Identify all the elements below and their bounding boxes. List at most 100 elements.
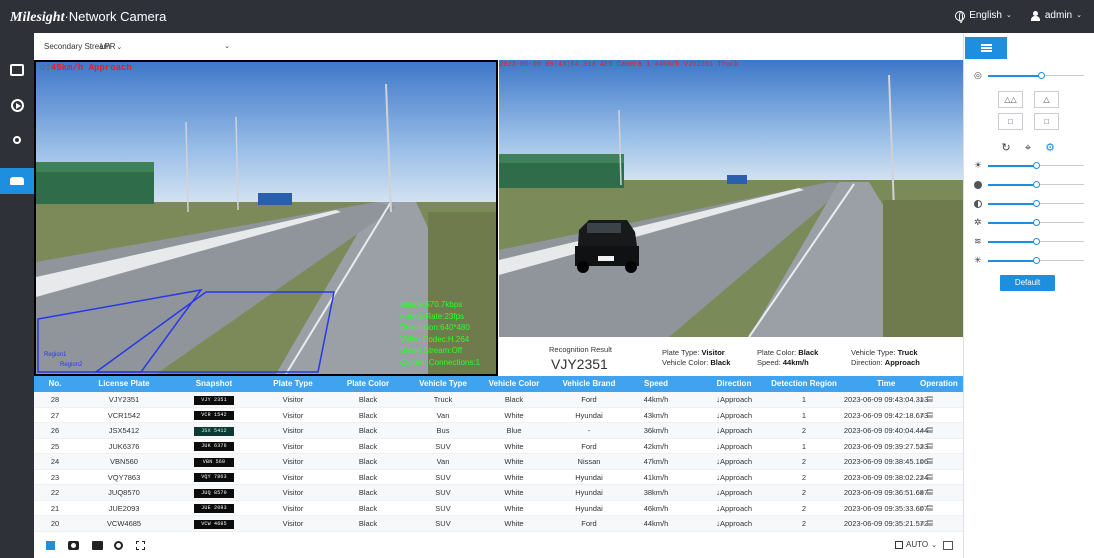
slider-knob[interactable] xyxy=(1033,200,1040,207)
slider-knob[interactable] xyxy=(1033,181,1040,188)
sharpness-icon: ✲ xyxy=(974,217,982,227)
refresh-icon[interactable]: ↻ xyxy=(1000,142,1012,154)
detail-icon[interactable]: ▤ xyxy=(927,442,933,451)
cell-speed: 38km/h xyxy=(643,488,669,497)
search-icon[interactable]: ⌕ xyxy=(920,504,924,513)
table-row[interactable]: 27 VCR1542 VCR 1542 Visitor Black Van White Hyu… xyxy=(34,408,963,423)
search-icon[interactable]: ⌕ xyxy=(920,395,924,404)
cell-speed: 36km/h xyxy=(643,426,669,435)
col-no: No. xyxy=(48,379,62,388)
cell-ptype: Visitor xyxy=(282,410,304,420)
cell-speed: 41km/h xyxy=(643,472,669,482)
rotate-left-button[interactable]: □ xyxy=(998,113,1023,130)
detail-icon[interactable]: ▤ xyxy=(927,426,933,435)
slider-knob[interactable] xyxy=(1033,162,1040,169)
mode-select[interactable]: LPR ⌄ xyxy=(100,42,230,51)
gear-icon[interactable]: ⚙ xyxy=(1044,142,1056,154)
zoom-slider[interactable]: ◎ xyxy=(964,71,1094,81)
search-icon[interactable]: ⌕ xyxy=(920,488,924,497)
live-video[interactable]: ○:45km/h Approach Region1 Region2 Bitrat… xyxy=(34,60,498,376)
slider-knob[interactable] xyxy=(1033,257,1040,264)
search-icon[interactable]: ⌕ xyxy=(920,457,924,466)
saturation-slider[interactable] xyxy=(964,199,1094,209)
table-row[interactable]: 26 JSX5412 JSX 5412 Visitor Black Bus Blue - 36k… xyxy=(34,423,963,439)
slider-fill xyxy=(988,222,1036,224)
detail-icon[interactable]: ▤ xyxy=(927,473,933,482)
table-row[interactable]: 22 JUQ8570 JUQ 8570 Visitor Black SUV White Hyu… xyxy=(34,485,963,501)
nav-vehicle[interactable] xyxy=(0,168,34,194)
nav-playback[interactable] xyxy=(0,92,34,118)
slider-knob[interactable] xyxy=(1037,72,1045,79)
record-icon[interactable] xyxy=(92,541,103,550)
slider-knob[interactable] xyxy=(1033,238,1040,245)
flip-vertical-button[interactable]: △ xyxy=(1034,91,1059,108)
search-icon[interactable]: ⌕ xyxy=(920,442,924,451)
detail-icon[interactable]: ▤ xyxy=(927,504,933,513)
plate-snapshot[interactable]: VCW 4685 xyxy=(194,519,234,529)
chevron-down-icon: ⌄ xyxy=(224,43,230,50)
cell-plate: VBN560 xyxy=(110,457,138,466)
cell-time: 2023-06-09 09:38:45.106 xyxy=(843,457,929,466)
flip-horizontal-button[interactable]: △△ xyxy=(998,91,1023,108)
table-row[interactable]: 24 VBN560 VBN 560 Visitor Black Van White Nissa… xyxy=(34,454,963,470)
plate-snapshot[interactable]: VBN 560 xyxy=(194,457,234,467)
rotate-right-button[interactable]: □ xyxy=(1034,113,1059,130)
plate-snapshot[interactable]: JSX 5412 xyxy=(194,426,234,436)
cell-vcolor: Blue xyxy=(506,426,522,435)
col-snapshot: Snapshot xyxy=(195,379,233,388)
detail-icon[interactable]: ▤ xyxy=(927,519,933,528)
brightness-slider[interactable]: ☀ xyxy=(964,161,1094,171)
stop-icon[interactable] xyxy=(46,541,55,550)
noise-reduction-slider[interactable]: ≋ xyxy=(964,237,1094,247)
table-row[interactable]: 28 VJY2351 VJY 2351 Visitor Black Truck Black F… xyxy=(34,392,963,408)
detail-icon[interactable]: ▤ xyxy=(927,488,933,497)
contrast-slider[interactable] xyxy=(964,180,1094,190)
cell-time: 2023-06-09 09:39:27.523 xyxy=(843,441,929,451)
nav-live-view[interactable] xyxy=(0,57,34,83)
sharpness-slider[interactable]: ✲ xyxy=(964,218,1094,228)
top-right-menu: English ⌄ admin ⌄ xyxy=(955,10,1082,23)
snapshot-icon[interactable] xyxy=(68,541,79,550)
cell-no: 27 xyxy=(50,410,60,420)
image-settings-tab[interactable] xyxy=(965,37,1007,59)
target-icon[interactable] xyxy=(136,541,145,550)
direction-value: Approach xyxy=(884,358,920,367)
search-icon[interactable]: ⌕ xyxy=(920,473,924,482)
cell-plate: VJY2351 xyxy=(108,395,140,404)
slider-knob[interactable] xyxy=(1033,219,1040,226)
slider-fill xyxy=(988,260,1036,262)
cell-vcolor: White xyxy=(504,488,524,497)
detail-icon[interactable]: ▤ xyxy=(927,457,933,466)
nav-settings[interactable] xyxy=(0,127,34,153)
focus-icon[interactable]: ⌖ xyxy=(1022,142,1034,154)
user-menu[interactable]: admin ⌄ xyxy=(1030,10,1082,22)
framerate-info: Frame Rate:23fps xyxy=(400,311,465,321)
plate-snapshot[interactable]: VQY 7863 xyxy=(194,473,234,483)
col-direction: Direction xyxy=(716,379,752,388)
fullscreen-icon[interactable] xyxy=(943,541,953,550)
language-selector[interactable]: English ⌄ xyxy=(955,10,1012,23)
detail-icon[interactable]: ▤ xyxy=(927,411,933,420)
plate-snapshot[interactable]: VJY 2351 xyxy=(194,395,234,405)
cell-no: 22 xyxy=(50,488,60,497)
table-row[interactable]: 25 JUK6376 JUK 6376 Visitor Black SUV White For… xyxy=(34,439,963,454)
recognition-plate: VJY2351 xyxy=(551,356,608,372)
plate-snapshot[interactable]: JUE 2093 xyxy=(194,504,234,514)
zoom-icon[interactable] xyxy=(114,541,123,550)
detail-icon[interactable]: ▤ xyxy=(927,395,933,404)
auto-select[interactable]: AUTO ⌄ xyxy=(895,540,937,549)
search-icon[interactable]: ⌕ xyxy=(920,519,924,528)
search-icon[interactable]: ⌕ xyxy=(920,426,924,435)
plate-snapshot[interactable]: JUK 6376 xyxy=(194,442,234,452)
table-row[interactable]: 20 VCW4685 VCW 4685 Visitor Black SUV White For… xyxy=(34,516,963,532)
denoise-slider[interactable]: ✳ xyxy=(964,256,1094,266)
default-button[interactable]: Default xyxy=(1000,275,1055,291)
plate-snapshot[interactable]: VCR 1542 xyxy=(194,411,234,421)
table-row[interactable]: 21 JUE2093 JUE 2093 Visitor Black SUV White Hyu… xyxy=(34,501,963,516)
cell-vtype: Van xyxy=(436,410,450,420)
plate-snapshot[interactable]: JUQ 8570 xyxy=(194,488,234,498)
search-icon[interactable]: ⌕ xyxy=(920,411,924,420)
col-speed: Speed xyxy=(643,379,668,388)
table-row[interactable]: 23 VQY7863 VQY 7863 Visitor Black SUV White Hyu… xyxy=(34,470,963,485)
cell-region: 2 xyxy=(801,488,807,497)
